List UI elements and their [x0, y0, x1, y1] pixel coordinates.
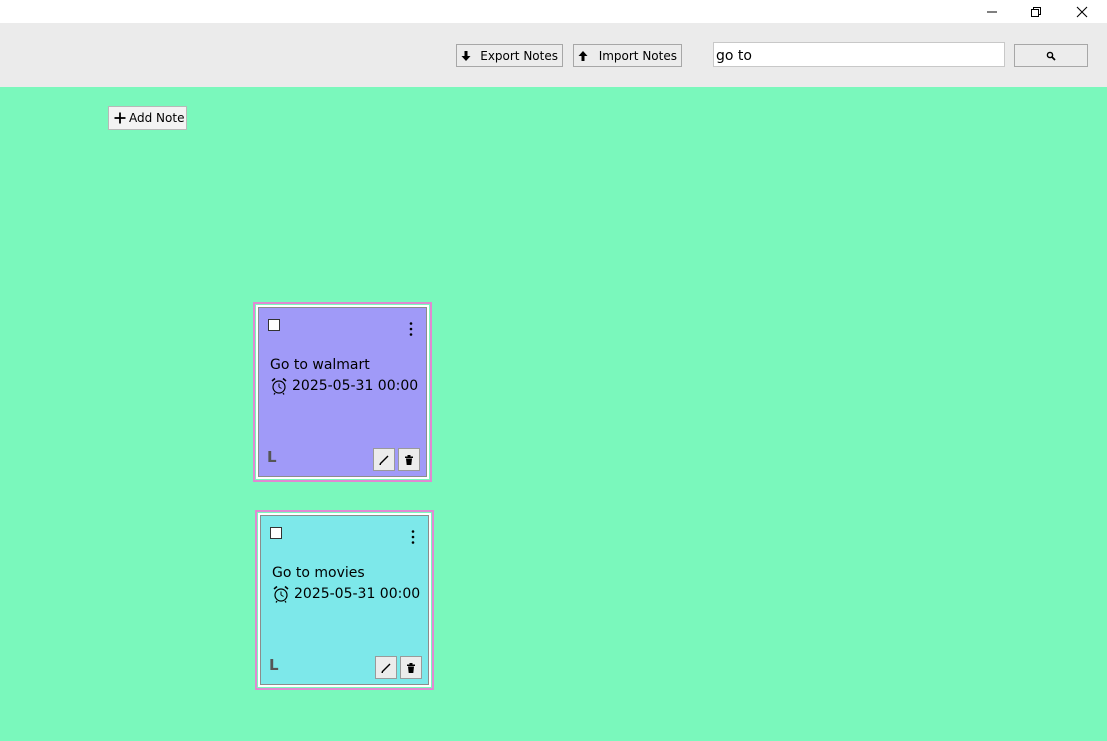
delete-note-button[interactable] — [400, 656, 422, 679]
add-note-button[interactable]: Add Note — [108, 106, 187, 130]
title-bar — [0, 0, 1107, 23]
close-icon — [1076, 6, 1088, 17]
edit-note-button[interactable] — [373, 448, 395, 471]
plus-icon — [114, 112, 126, 124]
arrow-down-icon — [457, 50, 475, 62]
import-notes-button[interactable]: Import Notes — [573, 44, 682, 67]
arrow-up-icon — [574, 50, 592, 62]
search-button[interactable] — [1014, 44, 1088, 67]
note-tag: L — [269, 656, 279, 674]
note-reminder-text: 2025-05-31 00:00 — [292, 378, 419, 394]
export-notes-label: Export Notes — [480, 48, 558, 63]
alarm-clock-icon — [273, 585, 289, 603]
maximize-button[interactable] — [1013, 0, 1059, 23]
edit-note-button[interactable] — [375, 656, 397, 679]
import-notes-label: Import Notes — [598, 48, 677, 63]
note-checkbox[interactable] — [270, 527, 282, 539]
minimize-button[interactable] — [969, 0, 1015, 23]
note-body: Go to walmart 2025-05-31 00:00 L — [256, 305, 429, 479]
note-title: Go to movies — [272, 565, 365, 581]
note-card: Go to walmart 2025-05-31 00:00 L — [253, 302, 432, 482]
note-reminder: 2025-05-31 00:00 — [270, 377, 418, 395]
maximize-icon — [1031, 6, 1041, 17]
trash-icon — [405, 454, 413, 465]
note-reminder-text: 2025-05-31 00:00 — [294, 586, 421, 602]
note-reminder: 2025-05-31 00:00 — [272, 585, 420, 603]
note-body: Go to movies 2025-05-31 00:00 L — [258, 513, 431, 687]
pencil-icon — [381, 663, 391, 673]
close-button[interactable] — [1059, 0, 1105, 23]
note-checkbox[interactable] — [268, 319, 280, 331]
trash-icon — [407, 662, 415, 673]
alarm-clock-icon — [271, 377, 287, 395]
toolbar: Export Notes Import Notes — [0, 23, 1107, 87]
note-tag: L — [267, 448, 277, 466]
add-note-label: Add Note — [129, 111, 185, 125]
search-icon — [1046, 51, 1056, 61]
menu-dots-icon[interactable] — [411, 529, 415, 548]
delete-note-button[interactable] — [398, 448, 420, 471]
menu-dots-icon[interactable] — [409, 321, 413, 340]
note-card: Go to movies 2025-05-31 00:00 L — [255, 510, 434, 690]
export-notes-button[interactable]: Export Notes — [456, 44, 563, 67]
note-title: Go to walmart — [270, 357, 370, 373]
pencil-icon — [379, 455, 389, 465]
search-input[interactable] — [713, 42, 1005, 67]
minimize-icon — [987, 11, 997, 12]
